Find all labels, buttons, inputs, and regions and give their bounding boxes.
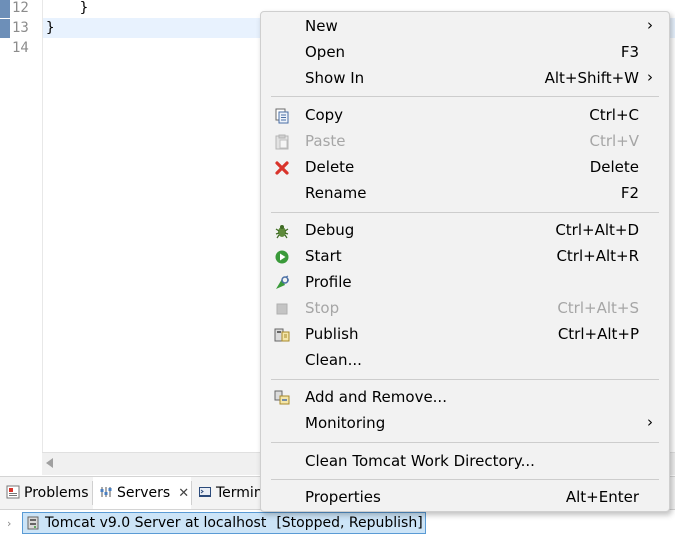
server-icon: [27, 516, 39, 530]
servers-icon: [99, 485, 113, 502]
server-name: Tomcat v9.0 Server at localhost: [45, 515, 267, 531]
server-status: [Stopped, Republish]: [276, 515, 423, 531]
menu-item-rename[interactable]: Rename F2: [261, 181, 669, 207]
context-menu: New › Open F3 Show In Alt+Shift+W › Copy…: [260, 11, 670, 512]
close-icon[interactable]: ✕: [178, 486, 189, 501]
menu-item-clean-tomcat-work-directory[interactable]: Clean Tomcat Work Directory...: [261, 449, 669, 475]
menu-separator: [271, 96, 659, 97]
menu-separator: [271, 212, 659, 213]
shortcut: Ctrl+Alt+R: [556, 247, 639, 265]
tab-label: Servers: [117, 485, 171, 501]
server-entry[interactable]: Tomcat v9.0 Server at localhost [Stopped…: [22, 512, 426, 534]
shortcut: Ctrl+Alt+D: [555, 221, 639, 239]
tab-label: Termin: [216, 485, 262, 501]
menu-item-start[interactable]: Start Ctrl+Alt+R: [261, 244, 669, 270]
profile-icon: [274, 275, 290, 291]
publish-icon: [274, 327, 290, 343]
submenu-arrow-icon: ›: [647, 68, 653, 86]
problems-icon: [6, 485, 20, 502]
shortcut: Ctrl+C: [589, 106, 639, 124]
menu-separator: [271, 442, 659, 443]
menu-item-monitoring[interactable]: Monitoring ›: [261, 411, 669, 437]
chevron-right-icon[interactable]: ›: [7, 517, 11, 530]
menu-item-clean[interactable]: Clean...: [261, 348, 669, 374]
tab-problems[interactable]: Problems: [0, 477, 92, 509]
menu-separator: [271, 379, 659, 380]
menu-item-copy[interactable]: Copy Ctrl+C: [261, 103, 669, 129]
shortcut: Alt+Shift+W: [544, 69, 639, 87]
copy-icon: [274, 108, 290, 124]
menu-item-new[interactable]: New ›: [261, 14, 669, 40]
menu-item-delete[interactable]: Delete Delete: [261, 155, 669, 181]
paste-icon: [274, 134, 290, 150]
menu-item-add-and-remove[interactable]: Add and Remove...: [261, 385, 669, 411]
menu-item-profile[interactable]: Profile: [261, 270, 669, 296]
tab-servers[interactable]: Servers ✕: [93, 477, 191, 509]
menu-separator: [271, 479, 659, 480]
code-line[interactable]: }: [46, 0, 88, 18]
menu-item-show-in[interactable]: Show In Alt+Shift+W ›: [261, 66, 669, 92]
line-number: 14: [12, 40, 29, 56]
menu-item-paste: Paste Ctrl+V: [261, 129, 669, 155]
shortcut: Delete: [589, 158, 639, 176]
line-number-gutter: 12 13 14: [0, 0, 43, 452]
start-icon: [274, 249, 290, 265]
terminal-icon: [198, 485, 212, 502]
stop-icon: [274, 301, 290, 317]
shortcut: F3: [620, 43, 639, 61]
submenu-arrow-icon: ›: [647, 413, 653, 431]
add-remove-icon: [274, 390, 290, 406]
shortcut: Ctrl+Alt+P: [557, 325, 639, 343]
change-marker: [0, 0, 10, 18]
submenu-arrow-icon: ›: [647, 16, 653, 34]
line-number: 12: [12, 0, 29, 16]
menu-item-publish[interactable]: Publish Ctrl+Alt+P: [261, 322, 669, 348]
line-number: 13: [12, 20, 29, 36]
shortcut: Ctrl+Alt+S: [557, 299, 639, 317]
menu-item-stop: Stop Ctrl+Alt+S: [261, 296, 669, 322]
shortcut: F2: [620, 184, 639, 202]
scroll-left-arrow-icon[interactable]: [46, 458, 53, 468]
code-line[interactable]: }: [46, 18, 54, 38]
debug-icon: [274, 223, 290, 239]
menu-item-open[interactable]: Open F3: [261, 40, 669, 66]
tab-terminal[interactable]: Termin: [192, 477, 262, 509]
change-marker: [0, 19, 10, 38]
shortcut: Alt+Enter: [565, 488, 639, 506]
delete-icon: [274, 160, 290, 176]
shortcut: Ctrl+V: [589, 132, 639, 150]
menu-item-debug[interactable]: Debug Ctrl+Alt+D: [261, 218, 669, 244]
server-list-row[interactable]: › Tomcat v9.0 Server at localhost [Stopp…: [0, 511, 675, 535]
tab-label: Problems: [24, 485, 89, 501]
menu-item-properties[interactable]: Properties Alt+Enter: [261, 485, 669, 511]
